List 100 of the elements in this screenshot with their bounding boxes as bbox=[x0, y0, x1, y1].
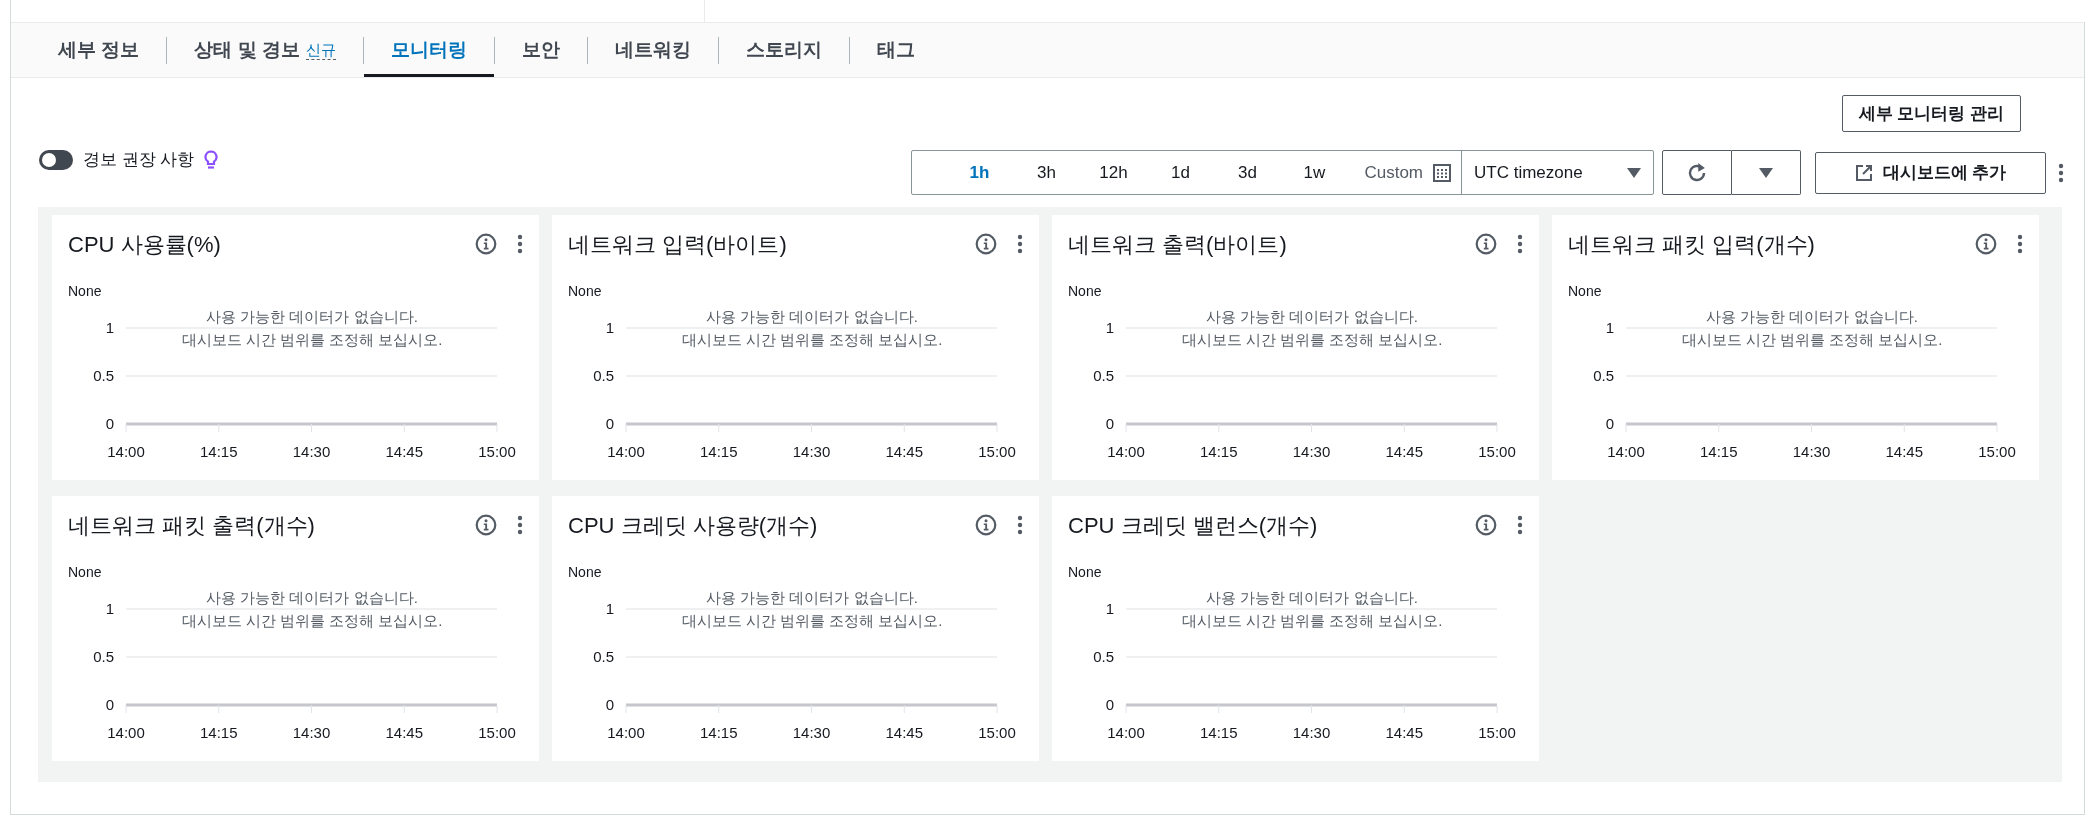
y-axis-label: None bbox=[1068, 283, 1102, 299]
manage-monitoring-button[interactable]: 세부 모니터링 관리 bbox=[1841, 95, 2021, 132]
no-data-message: 사용 가능한 데이터가 없습니다. bbox=[206, 307, 418, 327]
x-tick-label: 15:00 bbox=[1478, 724, 1516, 741]
tab[interactable]: 상태 및 경보 신규 bbox=[167, 23, 363, 77]
tab[interactable]: 보안 bbox=[494, 23, 587, 77]
y-tick-label: 0.5 bbox=[593, 367, 614, 384]
x-tick-label: 14:45 bbox=[385, 724, 423, 741]
y-axis-label: None bbox=[568, 564, 602, 580]
info-icon[interactable] bbox=[1475, 233, 1497, 255]
widget-title: CPU 크레딧 밸런스(개수) bbox=[1068, 511, 1319, 540]
x-tick-label: 15:00 bbox=[1478, 443, 1516, 460]
x-tick-label: 14:15 bbox=[1200, 443, 1238, 460]
no-data-message: 사용 가능한 데이터가 없습니다. bbox=[206, 588, 418, 608]
no-data-message: 대시보드 시간 범위를 조정해 보십시오. bbox=[1181, 611, 1443, 631]
info-icon[interactable] bbox=[1975, 233, 1997, 255]
more-options-icon[interactable] bbox=[2017, 234, 2023, 254]
new-badge[interactable]: 신규 bbox=[305, 40, 336, 60]
info-icon[interactable] bbox=[975, 514, 997, 536]
y-tick-label: 0 bbox=[605, 696, 614, 713]
x-tick-label: 14:00 bbox=[1107, 443, 1145, 460]
add-to-dashboard-button[interactable]: 대시보드에 추가 bbox=[1815, 151, 2046, 194]
y-tick-label: 0.5 bbox=[93, 367, 114, 384]
time-range-option[interactable]: 1w bbox=[1283, 159, 1346, 186]
tab[interactable]: 태그 bbox=[849, 23, 942, 77]
x-tick-label: 14:30 bbox=[792, 443, 831, 460]
y-tick-label: 0 bbox=[1105, 415, 1114, 432]
widget-title: 네트워크 패킷 출력(개수) bbox=[68, 511, 316, 540]
y-axis-label: None bbox=[1568, 283, 1602, 299]
caret-down-icon bbox=[1627, 167, 1641, 178]
more-options-icon[interactable] bbox=[517, 234, 523, 254]
widget-title: CPU 사용률(%) bbox=[68, 230, 222, 259]
tab[interactable]: 네트워킹 bbox=[587, 23, 718, 77]
tab[interactable]: 스토리지 bbox=[718, 23, 849, 77]
more-options-icon[interactable] bbox=[2058, 162, 2064, 183]
no-data-message: 대시보드 시간 범위를 조정해 보십시오. bbox=[681, 330, 943, 350]
x-tick-label: 14:30 bbox=[1292, 443, 1331, 460]
info-icon[interactable] bbox=[1475, 514, 1497, 536]
no-data-message: 대시보드 시간 범위를 조정해 보십시오. bbox=[1181, 330, 1443, 350]
no-data-message: 대시보드 시간 범위를 조정해 보십시오. bbox=[181, 330, 443, 350]
more-options-icon[interactable] bbox=[1017, 234, 1023, 254]
tab[interactable]: 세부 정보 bbox=[31, 23, 167, 77]
x-tick-label: 14:00 bbox=[607, 443, 645, 460]
y-tick-label: 0 bbox=[1605, 415, 1614, 432]
more-options-icon[interactable] bbox=[1517, 515, 1523, 535]
x-tick-label: 14:30 bbox=[292, 724, 331, 741]
lightbulb-icon bbox=[204, 149, 219, 170]
x-tick-label: 14:15 bbox=[200, 443, 238, 460]
x-tick-label: 14:30 bbox=[1292, 724, 1331, 741]
no-data-message: 사용 가능한 데이터가 없습니다. bbox=[1206, 307, 1418, 327]
timezone-dropdown[interactable]: UTC timezone bbox=[1461, 151, 1653, 194]
y-axis-label: None bbox=[568, 283, 602, 299]
more-options-icon[interactable] bbox=[1517, 234, 1523, 254]
info-icon[interactable] bbox=[975, 233, 997, 255]
y-tick-label: 0.5 bbox=[1593, 367, 1614, 384]
time-range-option[interactable]: 1d bbox=[1149, 159, 1212, 186]
widget-title: 네트워크 패킷 입력(개수) bbox=[1568, 230, 1816, 259]
no-data-message: 대시보드 시간 범위를 조정해 보십시오. bbox=[681, 611, 943, 631]
x-tick-label: 14:00 bbox=[607, 724, 645, 741]
x-tick-label: 14:00 bbox=[1607, 443, 1645, 460]
x-tick-label: 14:00 bbox=[107, 724, 145, 741]
info-icon[interactable] bbox=[475, 233, 497, 255]
time-range-option[interactable]: 1h bbox=[948, 159, 1011, 186]
x-tick-label: 14:00 bbox=[1107, 724, 1145, 741]
y-axis-label: None bbox=[68, 564, 102, 580]
tab[interactable]: 모니터링 bbox=[363, 23, 494, 77]
custom-range-button[interactable]: Custom bbox=[1350, 159, 1451, 186]
x-tick-label: 14:45 bbox=[885, 443, 923, 460]
widget-title: 네트워크 입력(바이트) bbox=[568, 230, 788, 259]
x-tick-label: 14:45 bbox=[1385, 724, 1423, 741]
more-options-icon[interactable] bbox=[517, 515, 523, 535]
no-data-message: 대시보드 시간 범위를 조정해 보십시오. bbox=[181, 611, 443, 631]
y-tick-label: 0 bbox=[105, 415, 114, 432]
x-tick-label: 15:00 bbox=[978, 724, 1016, 741]
y-tick-label: 1 bbox=[105, 600, 114, 617]
y-tick-label: 1 bbox=[105, 319, 114, 336]
x-tick-label: 14:15 bbox=[700, 443, 738, 460]
toggle-switch[interactable] bbox=[39, 149, 73, 170]
no-data-message: 사용 가능한 데이터가 없습니다. bbox=[1206, 588, 1418, 608]
refresh-options-button[interactable] bbox=[1732, 150, 1801, 195]
time-range-option[interactable]: 3h bbox=[1015, 159, 1078, 186]
y-tick-label: 0.5 bbox=[1093, 367, 1114, 384]
more-options-icon[interactable] bbox=[1017, 515, 1023, 535]
x-tick-label: 14:30 bbox=[792, 724, 831, 741]
refresh-icon bbox=[1686, 161, 1708, 184]
x-tick-label: 15:00 bbox=[1978, 443, 2016, 460]
info-icon[interactable] bbox=[475, 514, 497, 536]
y-tick-label: 0.5 bbox=[93, 648, 114, 665]
y-axis-label: None bbox=[68, 283, 102, 299]
widget-title: 네트워크 출력(바이트) bbox=[1068, 230, 1288, 259]
x-tick-label: 14:45 bbox=[385, 443, 423, 460]
calendar-icon bbox=[1433, 163, 1451, 182]
time-range-option[interactable]: 3d bbox=[1216, 159, 1279, 186]
time-range-option[interactable]: 12h bbox=[1082, 159, 1145, 186]
refresh-button[interactable] bbox=[1662, 150, 1732, 195]
x-tick-label: 14:00 bbox=[107, 443, 145, 460]
y-tick-label: 1 bbox=[1105, 600, 1114, 617]
x-tick-label: 14:30 bbox=[292, 443, 331, 460]
y-tick-label: 1 bbox=[605, 600, 614, 617]
y-tick-label: 0.5 bbox=[1093, 648, 1114, 665]
